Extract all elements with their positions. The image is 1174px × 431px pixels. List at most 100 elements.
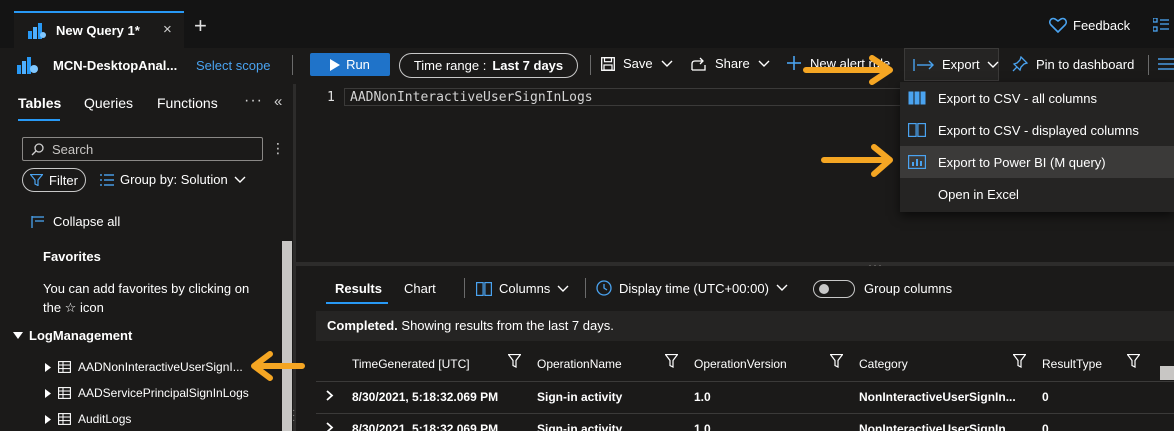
search-icon: [31, 142, 44, 156]
save-label: Save: [623, 56, 653, 71]
export-button[interactable]: Export: [904, 48, 999, 81]
group-list-icon: [100, 173, 114, 186]
scrollbar-thumb[interactable]: [1160, 366, 1174, 380]
collapse-pane-icon[interactable]: «: [274, 93, 282, 110]
active-tab-indicator: [18, 119, 60, 121]
chevron-down-icon: [758, 60, 770, 68]
query-text[interactable]: AADNonInteractiveUserSignInLogs: [350, 90, 593, 105]
table-item[interactable]: AuditLogs: [45, 412, 131, 426]
more-icon[interactable]: ···: [244, 92, 263, 110]
tab-label: New Query 1*: [56, 23, 140, 38]
search-field[interactable]: [22, 137, 263, 161]
play-icon: [330, 58, 341, 71]
toolbar-divider: [585, 278, 586, 298]
chevron-down-icon: [661, 60, 673, 68]
splitter-grip-icon[interactable]: ···: [292, 406, 295, 426]
search-input[interactable]: [52, 141, 252, 157]
menu-item-export-csv-displayed[interactable]: Export to CSV - displayed columns: [900, 114, 1174, 146]
collapse-all-label: Collapse all: [53, 214, 121, 229]
scrollbar-thumb[interactable]: [282, 241, 292, 431]
table-item[interactable]: AADServicePrincipalSignInLogs: [45, 386, 249, 400]
column-header[interactable]: OperationVersion: [694, 357, 787, 371]
cell-resulttype: 0: [1042, 422, 1049, 431]
column-header[interactable]: TimeGenerated [UTC]: [352, 357, 470, 371]
excel-icon: [908, 187, 926, 201]
menu-item-export-power-bi[interactable]: Export to Power BI (M query): [900, 146, 1174, 178]
collapse-all-icon: [31, 215, 45, 228]
toolbar-divider: [590, 55, 591, 75]
close-tab-icon[interactable]: ×: [163, 21, 172, 38]
caret-right-icon: [45, 362, 51, 372]
export-arrow-icon: [913, 58, 935, 71]
pin-label: Pin to dashboard: [1036, 56, 1135, 72]
export-label: Export: [942, 57, 980, 72]
collapse-all-button[interactable]: Collapse all: [31, 214, 120, 229]
expand-row-icon[interactable]: [326, 389, 334, 404]
toolbar-divider: [292, 55, 293, 75]
filter-icon[interactable]: [830, 354, 843, 368]
table-icon: [58, 413, 71, 425]
menu-item-label: Export to Power BI (M query): [938, 154, 1106, 170]
tab-new-query-1[interactable]: New Query 1*: [14, 11, 184, 48]
column-header[interactable]: OperationName: [537, 357, 622, 371]
columns-icon: [476, 281, 492, 296]
cell-timegenerated: 8/30/2021, 5:18:32.069 PM: [352, 422, 499, 431]
active-tab-indicator: [326, 302, 388, 304]
layout-list-icon[interactable]: [1153, 18, 1169, 32]
cell-operationversion: 1.0: [694, 390, 711, 404]
workspace-name[interactable]: MCN-DesktopAnal...: [53, 58, 177, 73]
tab-results[interactable]: Results: [335, 281, 382, 296]
tab-functions[interactable]: Functions: [157, 95, 218, 111]
filter-button[interactable]: Filter: [22, 168, 86, 192]
tab-queries[interactable]: Queries: [84, 95, 133, 111]
filter-icon[interactable]: [665, 354, 678, 368]
time-range-picker[interactable]: Time range : Last 7 days: [399, 53, 578, 78]
cell-category: NonInteractiveUserSignIn...: [859, 422, 1016, 431]
time-range-label: Time range :: [413, 58, 487, 73]
line-number: 1: [327, 90, 335, 105]
chevron-down-icon: [987, 61, 999, 69]
table-item[interactable]: AADNonInteractiveUserSignI...: [45, 360, 243, 374]
column-header[interactable]: ResultType: [1042, 357, 1102, 371]
group-logmanagement[interactable]: LogManagement: [13, 328, 132, 343]
csv-displayed-columns-icon: [908, 123, 926, 137]
tab-chart[interactable]: Chart: [404, 281, 436, 296]
toolbar-divider: [464, 278, 465, 298]
vertical-more-icon[interactable]: ⋮: [271, 140, 285, 157]
display-time-dropdown[interactable]: Display time (UTC+00:00): [596, 280, 788, 296]
group-by-dropdown[interactable]: Group by: Solution: [100, 172, 246, 187]
csv-all-columns-icon: [908, 91, 926, 105]
new-tab-button[interactable]: +: [194, 15, 207, 37]
column-header[interactable]: Category: [859, 357, 908, 371]
table-icon: [58, 361, 71, 373]
menu-item-export-csv-all[interactable]: Export to CSV - all columns: [900, 82, 1174, 114]
annotation-arrow-icon: [821, 144, 893, 177]
cell-operationversion: 1.0: [694, 422, 711, 431]
clock-icon: [596, 280, 612, 296]
feedback-button[interactable]: Feedback: [1049, 17, 1130, 33]
save-button[interactable]: Save: [601, 56, 673, 71]
status-bold: Completed.: [327, 318, 398, 333]
tab-tables[interactable]: Tables: [18, 95, 61, 111]
select-scope-link[interactable]: Select scope: [196, 58, 270, 73]
share-label: Share: [715, 56, 750, 71]
filter-icon[interactable]: [1127, 354, 1140, 368]
save-icon: [601, 56, 615, 71]
group-by-label: Group by: Solution: [120, 172, 228, 187]
menu-item-open-in-excel[interactable]: Open in Excel: [900, 178, 1174, 210]
filter-icon[interactable]: [1013, 354, 1026, 368]
group-label: LogManagement: [29, 328, 133, 343]
share-button[interactable]: Share: [691, 56, 770, 71]
cell-resulttype: 0: [1042, 390, 1049, 404]
pin-to-dashboard-button[interactable]: Pin to dashboard: [1012, 56, 1134, 72]
more-options-icon[interactable]: [1158, 57, 1174, 71]
columns-label: Columns: [499, 281, 551, 296]
filter-icon[interactable]: [508, 354, 521, 368]
menu-item-label: Export to CSV - displayed columns: [938, 122, 1139, 138]
run-button[interactable]: Run: [310, 53, 390, 76]
expand-row-icon[interactable]: [326, 421, 334, 431]
cell-operationname: Sign-in activity: [537, 390, 623, 404]
favorites-description: You can add favorites by clicking on the…: [43, 281, 250, 315]
menu-item-label: Export to CSV - all columns: [938, 90, 1097, 106]
columns-button[interactable]: Columns: [476, 281, 569, 296]
